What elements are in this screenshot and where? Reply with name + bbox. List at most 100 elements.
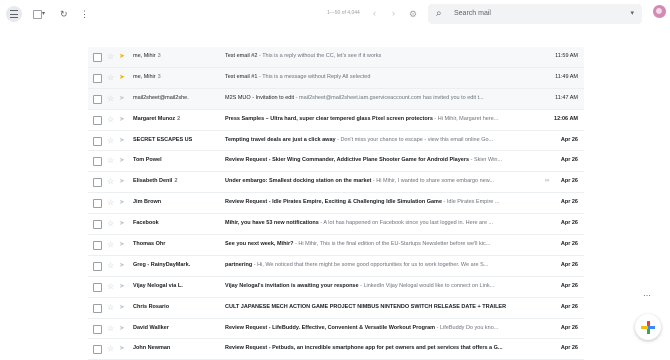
email-subject-line: Test email #2 - This is a reply without …	[225, 47, 549, 67]
row-checkbox[interactable]	[93, 199, 102, 209]
newer-page-arrow-icon[interactable]: ‹	[373, 8, 376, 18]
email-row[interactable]: ☆ ➤ Jim Brown Review Request - Idle Pirates…	[88, 193, 584, 215]
star-icon[interactable]: ☆	[107, 256, 114, 276]
email-subject-line: Review Request - Petbuds, an incredible …	[225, 339, 549, 359]
important-marker-icon[interactable]: ➤	[119, 131, 125, 151]
email-row[interactable]: ☆ ➤ SECRET ESCAPES US Tempting travel deals…	[88, 131, 584, 152]
important-marker-icon[interactable]: ➤	[119, 193, 125, 213]
important-marker-icon[interactable]: ➤	[119, 235, 125, 255]
email-snippet: - A lot has happened on Facebook since y…	[320, 220, 494, 227]
important-marker-icon[interactable]: ➤	[119, 256, 125, 276]
row-checkbox[interactable]	[93, 136, 102, 146]
older-page-arrow-icon[interactable]: ›	[392, 8, 395, 18]
email-date: 11:49 AM	[555, 73, 578, 80]
email-sender: Tom Powel	[133, 151, 216, 171]
email-snippet: - Hi Mihir, I wanted to share some embar…	[372, 178, 494, 185]
star-icon[interactable]: ☆	[107, 89, 114, 109]
row-checkbox[interactable]	[93, 324, 102, 334]
row-checkbox[interactable]	[93, 157, 102, 167]
row-checkbox[interactable]	[93, 261, 102, 271]
star-icon[interactable]: ☆	[107, 131, 114, 151]
search-icon[interactable]: ⌕	[436, 8, 442, 19]
email-row[interactable]: ☆ ➤ me, Mihir 3 Test email #2 - This is a re…	[88, 47, 584, 68]
star-icon[interactable]: ☆	[107, 298, 114, 318]
row-checkbox[interactable]	[93, 303, 102, 313]
row-checkbox[interactable]	[93, 73, 102, 83]
email-row[interactable]: ☆ ➤ mail2sheet@mail2she. M2S MUO - Invitati…	[88, 88, 584, 110]
important-marker-icon[interactable]: ➤	[119, 214, 125, 234]
main-menu-button[interactable]	[6, 6, 22, 22]
compose-button[interactable]	[635, 314, 661, 340]
star-icon[interactable]: ☆	[107, 151, 114, 171]
email-subject: Under embargo: Smallest docking station …	[225, 178, 372, 185]
important-marker-icon[interactable]: ➤	[119, 110, 125, 130]
select-dropdown-chevron-icon[interactable]: ▾	[42, 9, 45, 19]
settings-gear-icon[interactable]: ⚙	[409, 9, 417, 19]
email-sender: Chris Rosario	[133, 298, 216, 318]
attachment-icon: ∞	[545, 178, 550, 185]
email-subject-line: See you next week, Mihir? - Hi Mihir, Th…	[225, 235, 549, 255]
email-row[interactable]: ☆ ➤ Elisabeth Denil 2 Under embargo: Smalles…	[88, 172, 584, 194]
search-options-dropdown-icon[interactable]: ▾	[630, 9, 634, 17]
email-row[interactable]: ☆ ➤ me, Mihir 3 Test email #1 - This is a me…	[88, 67, 584, 89]
refresh-icon[interactable]: ↻	[60, 9, 68, 19]
search-input[interactable]: Search mail	[454, 10, 491, 17]
star-icon[interactable]: ☆	[107, 277, 114, 297]
row-checkbox[interactable]	[93, 345, 102, 355]
row-checkbox[interactable]	[93, 94, 102, 104]
star-icon[interactable]: ☆	[107, 47, 114, 67]
email-date: 11:47 AM	[555, 94, 578, 101]
email-row[interactable]: ☆ ➤ Thomas Ohr See you next week, Mihir? - …	[88, 235, 584, 256]
email-date: Apr 26	[560, 199, 578, 206]
email-row[interactable]: ☆ ➤ Tom Powel Review Request - Skier Wing C…	[88, 151, 584, 173]
email-sender: Elisabeth Denil 2	[133, 172, 216, 192]
star-icon[interactable]: ☆	[107, 193, 114, 213]
email-row[interactable]: ☆ ➤ John Newman Review Request - Petbuds, a…	[88, 339, 584, 360]
star-icon[interactable]: ☆	[107, 235, 114, 255]
star-icon[interactable]: ☆	[107, 68, 114, 88]
important-marker-icon[interactable]: ➤	[119, 277, 125, 297]
email-subject: See you next week, Mihir?	[225, 241, 294, 248]
row-checkbox[interactable]	[93, 241, 102, 251]
email-subject: Review Request - LifeBuddy. Effective, C…	[225, 324, 436, 331]
star-icon[interactable]: ☆	[107, 172, 114, 192]
email-sender: Thomas Ohr	[133, 235, 216, 255]
star-icon[interactable]: ☆	[107, 110, 114, 130]
more-options-icon[interactable]: ⋮	[80, 9, 89, 19]
email-row[interactable]: ☆ ➤ Greg - RainyDayMark. partnering - Hi, W…	[88, 256, 584, 277]
email-subject: Review Request - Idle Pirates Empire, Ex…	[225, 199, 442, 206]
account-avatar[interactable]	[653, 5, 666, 18]
search-box[interactable]: ⌕ Search mail ▾	[428, 4, 642, 24]
important-marker-icon[interactable]: ➤	[119, 47, 125, 67]
row-checkbox[interactable]	[93, 53, 102, 62]
row-checkbox[interactable]	[93, 282, 102, 292]
important-marker-icon[interactable]: ➤	[119, 89, 125, 109]
email-row[interactable]: ☆ ➤ Facebook Mihir, you have 53 new notific…	[88, 214, 584, 236]
important-marker-icon[interactable]: ➤	[119, 339, 125, 359]
star-icon[interactable]: ☆	[107, 319, 114, 339]
row-checkbox[interactable]	[93, 178, 102, 188]
star-icon[interactable]: ☆	[107, 339, 114, 359]
email-row[interactable]: ☆ ➤ Chris Rosario CULT JAPANESE MECH ACTION…	[88, 298, 584, 319]
select-all-checkbox[interactable]	[33, 10, 42, 19]
sender-name: David Wallker	[133, 324, 169, 331]
email-subject: Test email #1	[225, 73, 258, 80]
row-checkbox[interactable]	[93, 220, 102, 230]
email-snippet: - This is a message without Reply All se…	[258, 73, 371, 80]
email-sender: Greg - RainyDayMark.	[133, 256, 216, 276]
important-marker-icon[interactable]: ➤	[119, 172, 125, 192]
row-checkbox[interactable]	[93, 115, 102, 125]
important-marker-icon[interactable]: ➤	[119, 319, 125, 339]
email-row[interactable]: ☆ ➤ Margaret Munoz 2 Press Samples – Ultra h…	[88, 110, 584, 131]
email-row[interactable]: ☆ ➤ Vijay Nelogal via L. Vijay Nelogal's in…	[88, 277, 584, 298]
important-marker-icon[interactable]: ➤	[119, 298, 125, 318]
important-marker-icon[interactable]: ➤	[119, 151, 125, 171]
email-list: ☆ ➤ me, Mihir 3 Test email #2 - This is a re…	[88, 47, 584, 360]
email-row[interactable]: ☆ ➤ David Wallker Review Request - LifeBudd…	[88, 319, 584, 340]
side-panel-more-icon[interactable]: ⋯	[640, 291, 654, 303]
sender-name: Tom Powel	[133, 157, 162, 164]
email-date: Apr 26	[560, 157, 578, 164]
star-icon[interactable]: ☆	[107, 214, 114, 234]
important-marker-icon[interactable]: ➤	[119, 68, 125, 88]
email-sender: SECRET ESCAPES US	[133, 131, 216, 151]
